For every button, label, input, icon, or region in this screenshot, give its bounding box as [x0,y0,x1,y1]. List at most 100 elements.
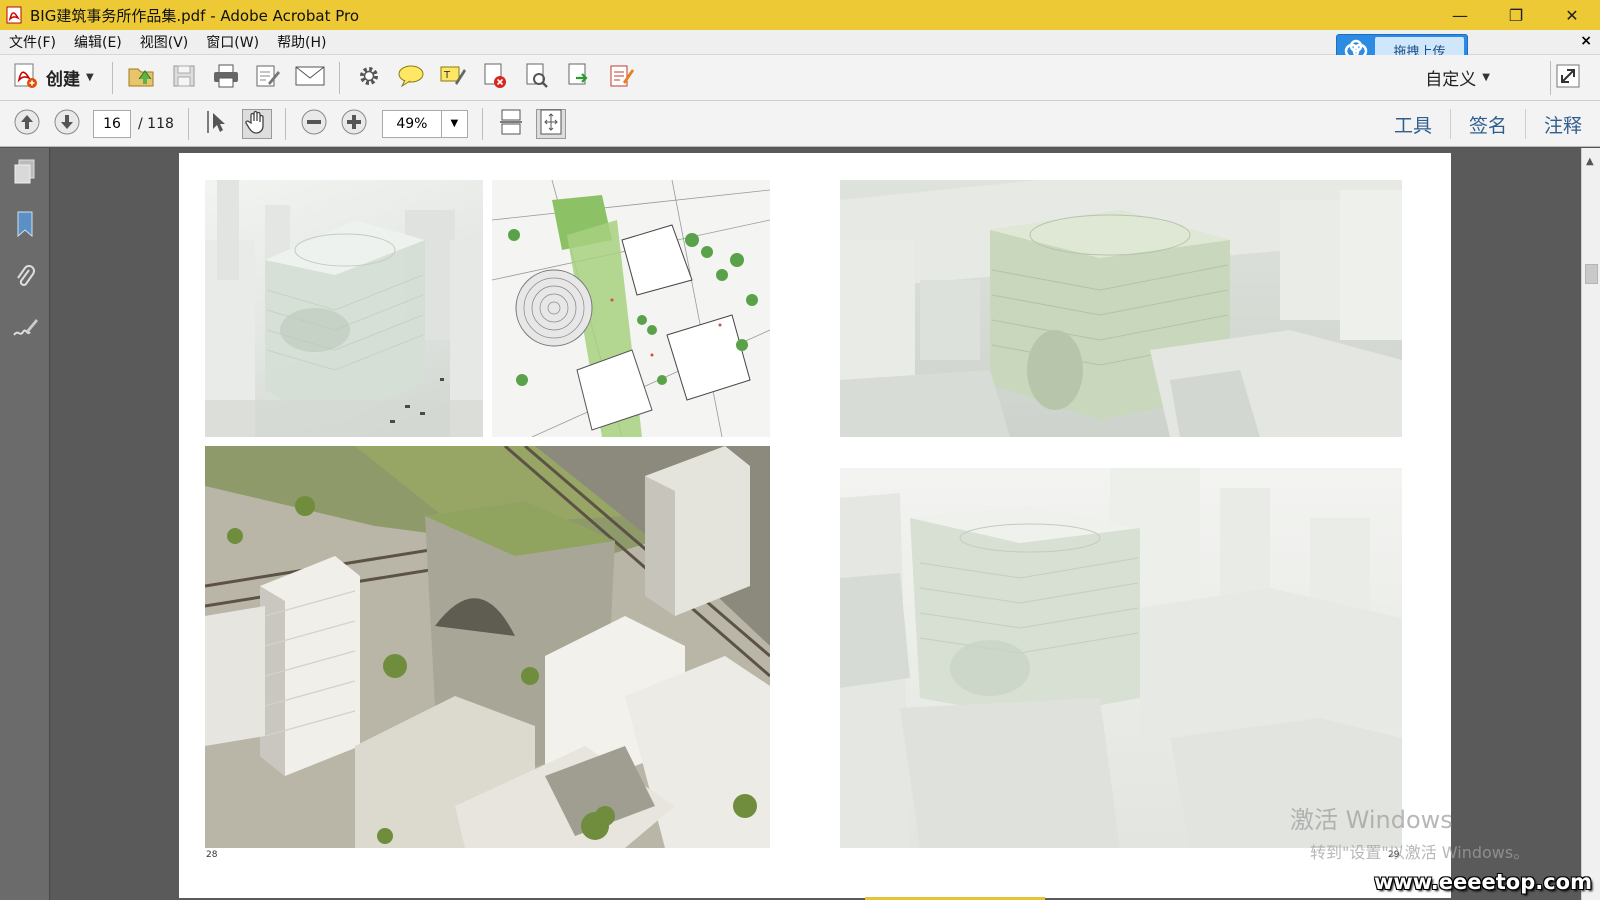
activation-watermark: 激活 Windows 转到"设置"以激活 Windows。 [1290,800,1529,863]
scrollbar-thumb[interactable] [1585,264,1598,284]
create-pdf-icon [12,62,38,94]
previous-page-button[interactable] [12,109,42,139]
menu-window[interactable]: 窗口(W) [197,32,268,52]
email-button[interactable] [293,61,327,95]
fullscreen-button[interactable] [1550,61,1584,95]
zoom-dropdown-button[interactable]: ▼ [441,109,468,138]
customize-label: 自定义 [1425,69,1477,90]
fit-page-button[interactable] [535,108,566,140]
hand-icon [245,109,269,139]
window-title: BIG建筑事务所作品集.pdf - Adobe Acrobat Pro [30,6,360,25]
highlight-button[interactable]: T [436,61,470,95]
toolbar-divider [284,107,286,140]
delete-page-button[interactable] [478,61,512,95]
watermark-line-1: 激活 Windows [1290,806,1453,834]
fit-page-icon [539,108,563,140]
pages-icon [12,158,38,190]
document-search-icon [524,62,550,94]
page-total: / 118 [138,115,174,132]
chevron-down-icon: ▼ [450,118,459,129]
settings-button[interactable] [352,61,386,95]
page-delete-icon [482,62,508,94]
chevron-down-icon: ▼ [86,72,94,83]
hand-tool-button[interactable] [241,108,272,139]
toolbar-divider [111,61,113,94]
scroll-up-icon[interactable]: ▲ [1586,156,1594,167]
main-toolbar: 创建 ▼ T 自定义 ▼ [0,55,1600,101]
create-button[interactable]: 创建 ▼ [0,60,104,96]
page-thumbnails-button[interactable] [0,148,50,200]
search-document-button[interactable] [520,61,554,95]
highlighter-icon: T [439,63,467,93]
save-button[interactable] [167,61,201,95]
menu-file[interactable]: 文件(F) [0,32,65,52]
scroll-mode-button[interactable] [496,109,526,139]
right-pane-tabs: 工具 签名 注释 [1376,101,1600,147]
attachments-button[interactable] [0,252,50,304]
bookmarks-button[interactable] [0,200,50,252]
folder-open-icon [127,63,157,93]
pdf-page-spread: 28 29 [179,153,1451,898]
title-bar: BIG建筑事务所作品集.pdf - Adobe Acrobat Pro — ❐ … [0,0,1600,30]
vertical-scrollbar[interactable]: ▲ [1581,148,1600,900]
navigation-toolbar: / 118 ▼ 工具 签名 注释 [0,101,1600,147]
signature-pen-icon [11,315,39,345]
edit-document-button[interactable] [251,61,285,95]
document-export-icon [566,62,592,94]
tab-sign[interactable]: 签名 [1449,109,1525,139]
sign-document-button[interactable] [604,61,638,95]
aerial-city-rendering [205,446,770,848]
bookmark-icon [14,210,36,242]
expand-icon [1555,63,1581,93]
page-number-input[interactable] [93,109,131,138]
tab-tools[interactable]: 工具 [1376,109,1450,139]
comment-button[interactable] [394,61,428,95]
menu-edit[interactable]: 编辑(E) [65,32,131,52]
left-page-number: 28 [206,850,218,860]
watermark-line-2: 转到"设置"以激活 Windows。 [1310,843,1530,862]
acrobat-pdf-icon [4,5,24,25]
page-scroll-icon [499,108,523,140]
cursor-select-icon [205,109,229,139]
toolbar-divider [187,107,189,140]
window-controls: — ❐ ✕ [1432,0,1600,30]
zoom-level-input[interactable] [381,109,442,138]
arrow-up-circle-icon [13,108,41,140]
gear-icon [357,64,381,92]
paperclip-icon [13,262,37,294]
export-button[interactable] [562,61,596,95]
svg-text:T: T [443,70,451,81]
menu-view[interactable]: 视图(V) [131,32,198,52]
zoom-in-button[interactable] [339,109,369,139]
document-viewport[interactable]: 28 29 [51,148,1581,900]
hazy-model-photo [840,468,1402,848]
toolbar-divider [338,61,340,94]
document-pen-icon [608,62,634,94]
print-button[interactable] [209,61,243,95]
envelope-icon [295,65,325,91]
restore-button[interactable]: ❐ [1488,0,1544,30]
floppy-disk-icon [171,63,197,93]
aerial-model-photo [840,180,1402,437]
signatures-button[interactable] [0,304,50,356]
zoom-out-button[interactable] [299,109,329,139]
next-page-button[interactable] [52,109,82,139]
minimize-button[interactable]: — [1432,0,1488,30]
create-label: 创建 [46,70,80,90]
customize-dropdown[interactable]: 自定义 ▼ [1425,63,1490,91]
pencil-document-icon [254,63,282,93]
close-button[interactable]: ✕ [1544,0,1600,30]
open-button[interactable] [125,61,159,95]
arrow-down-circle-icon [53,108,81,140]
printer-icon [212,63,240,93]
cube-model-photo [205,180,483,437]
minus-circle-icon [300,108,328,140]
chevron-down-icon: ▼ [1482,71,1490,83]
site-plan-drawing [492,180,770,437]
site-watermark: www.eeeetop.com [1373,870,1592,894]
tab-comment[interactable]: 注释 [1524,109,1600,139]
toolbar-divider [481,107,483,140]
menu-close-button[interactable]: × [1580,33,1592,49]
menu-help[interactable]: 帮助(H) [268,32,335,52]
select-tool-button[interactable] [202,109,232,139]
